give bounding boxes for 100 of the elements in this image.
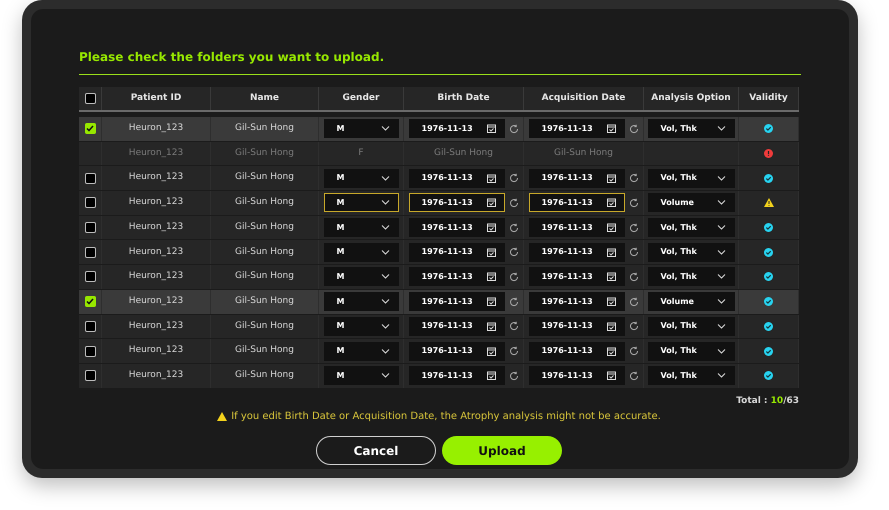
date-field[interactable]: 1976-11-13 [528, 366, 624, 386]
date-field[interactable]: 1976-11-13 [408, 168, 504, 188]
date-field[interactable]: 1976-11-13 [408, 119, 504, 138]
reset-icon[interactable] [508, 198, 518, 208]
date-field[interactable]: 1976-11-13 [408, 267, 504, 286]
calendar-icon[interactable] [486, 248, 496, 257]
checkbox[interactable] [84, 246, 96, 258]
calendar-icon[interactable] [486, 297, 496, 306]
calendar-icon[interactable] [486, 371, 496, 380]
checkbox[interactable] [84, 93, 96, 104]
reset-icon[interactable] [628, 173, 638, 184]
calendar-icon[interactable] [606, 124, 616, 134]
calendar-icon[interactable] [606, 223, 616, 232]
gender-dropdown[interactable]: M [324, 366, 398, 386]
calendar-icon[interactable] [606, 272, 616, 282]
calendar-icon[interactable] [606, 322, 616, 331]
date-field[interactable]: 1976-11-13 [408, 193, 504, 212]
date-field[interactable]: 1976-11-13 [528, 292, 624, 312]
gender-dropdown[interactable]: M [324, 342, 398, 361]
gender-dropdown[interactable]: M [324, 316, 398, 336]
analysis-dropdown[interactable]: Vol, Thk [648, 119, 734, 138]
date-field[interactable]: 1976-11-13 [408, 316, 504, 336]
calendar-icon[interactable] [486, 174, 496, 183]
reset-icon[interactable] [508, 222, 518, 233]
checkbox[interactable] [84, 370, 96, 382]
date-field[interactable]: 1976-11-13 [528, 342, 624, 361]
date-field[interactable]: 1976-11-13 [528, 267, 624, 286]
checkbox[interactable] [84, 346, 96, 357]
gender-dropdown[interactable]: M [324, 218, 398, 238]
date-field[interactable]: 1976-11-13 [408, 366, 504, 386]
calendar-icon[interactable] [486, 198, 496, 208]
analysis-dropdown[interactable]: Vol, Thk [648, 342, 734, 361]
reset-icon[interactable] [628, 247, 638, 258]
analysis-dropdown[interactable]: Vol, Thk [648, 168, 734, 188]
chevron-down-icon [716, 176, 726, 181]
gender-dropdown[interactable]: M [324, 267, 398, 286]
checkbox[interactable] [84, 296, 96, 308]
date-field[interactable]: 1976-11-13 [408, 292, 504, 312]
date-field[interactable]: 1976-11-13 [528, 242, 624, 262]
gender-dropdown[interactable]: M [324, 242, 398, 262]
gender-dropdown[interactable]: M [324, 292, 398, 312]
reset-icon[interactable] [628, 296, 638, 307]
reset-icon[interactable] [628, 321, 638, 332]
date-field[interactable]: 1976-11-13 [408, 242, 504, 262]
reset-icon[interactable] [508, 247, 518, 258]
gender-dropdown[interactable]: M [324, 168, 398, 188]
analysis-dropdown[interactable]: Vol, Thk [648, 267, 734, 286]
date-field[interactable]: 1976-11-13 [528, 119, 624, 138]
upload-button[interactable]: Upload [442, 436, 562, 466]
calendar-icon[interactable] [486, 124, 496, 134]
calendar-icon[interactable] [486, 322, 496, 331]
reset-icon[interactable] [628, 346, 638, 356]
checkbox[interactable] [84, 123, 96, 134]
reset-icon[interactable] [508, 296, 518, 307]
calendar-icon[interactable] [486, 346, 496, 356]
date-field[interactable]: 1976-11-13 [528, 193, 624, 212]
cancel-button[interactable]: Cancel [316, 436, 436, 466]
reset-icon[interactable] [508, 124, 518, 134]
calendar-icon[interactable] [486, 272, 496, 282]
reset-icon[interactable] [628, 124, 638, 134]
checkbox[interactable] [84, 197, 96, 208]
gender-dropdown[interactable]: M [324, 119, 398, 138]
reset-icon[interactable] [628, 370, 638, 381]
analysis-dropdown[interactable]: Volume [648, 292, 734, 312]
reset-icon[interactable] [508, 370, 518, 381]
analysis-dropdown[interactable]: Vol, Thk [648, 242, 734, 262]
table-cell: Gil-Sun Hong [211, 314, 319, 338]
date-field[interactable]: 1976-11-13 [528, 316, 624, 336]
calendar-icon[interactable] [486, 223, 496, 232]
calendar-icon[interactable] [606, 248, 616, 257]
checkbox[interactable] [84, 271, 96, 282]
reset-icon[interactable] [628, 198, 638, 208]
reset-icon[interactable] [628, 272, 638, 282]
chevron-down-icon [380, 348, 390, 354]
checkbox[interactable] [84, 222, 96, 234]
reset-icon[interactable] [508, 321, 518, 332]
calendar-icon[interactable] [606, 297, 616, 306]
calendar-icon[interactable] [606, 198, 616, 208]
calendar-icon[interactable] [606, 346, 616, 356]
table-cell: Gil-Sun Hong [211, 142, 319, 166]
checkbox[interactable] [84, 172, 96, 184]
checkbox[interactable] [84, 320, 96, 332]
column-header: Analysis Option [651, 92, 731, 105]
reset-icon[interactable] [628, 222, 638, 233]
analysis-dropdown[interactable]: Volume [648, 193, 734, 212]
calendar-icon[interactable] [606, 174, 616, 183]
reset-icon[interactable] [508, 346, 518, 356]
date-field[interactable]: 1976-11-13 [528, 168, 624, 188]
calendar-icon[interactable] [606, 371, 616, 380]
analysis-dropdown[interactable]: Vol, Thk [648, 366, 734, 386]
table-cell: Heuron_123 [102, 240, 211, 264]
date-field[interactable]: 1976-11-13 [408, 218, 504, 238]
column-header: Name [250, 92, 280, 105]
reset-icon[interactable] [508, 173, 518, 184]
gender-dropdown[interactable]: M [324, 193, 398, 212]
date-field[interactable]: 1976-11-13 [528, 218, 624, 238]
date-field[interactable]: 1976-11-13 [408, 342, 504, 361]
analysis-dropdown[interactable]: Vol, Thk [648, 218, 734, 238]
reset-icon[interactable] [508, 272, 518, 282]
analysis-dropdown[interactable]: Vol, Thk [648, 316, 734, 336]
